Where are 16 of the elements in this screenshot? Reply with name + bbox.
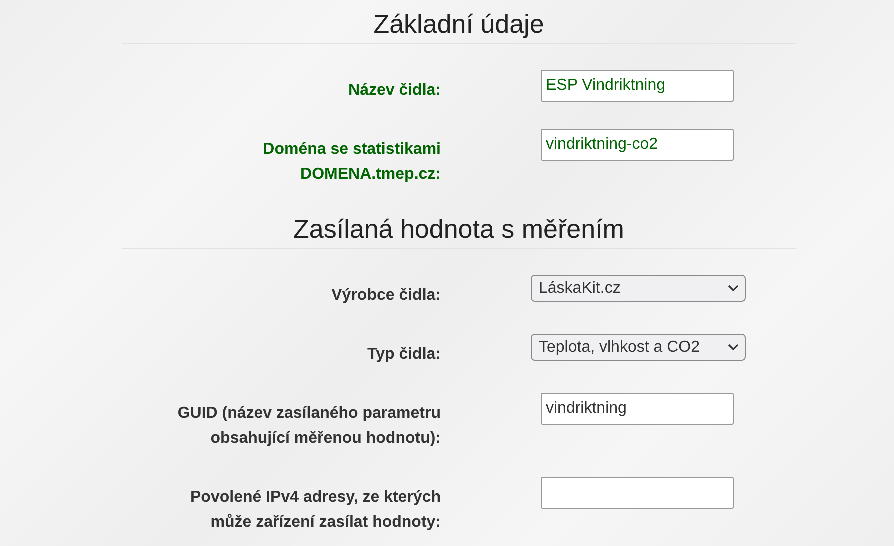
field-label: Doména se statistikami DOMENA.tmep.cz:	[262, 140, 441, 185]
text-field[interactable]: vindriktning-co2	[541, 129, 734, 161]
section-heading: Základní údaje	[122, 8, 796, 44]
section-heading: Zasílaná hodnota s měřením	[122, 213, 796, 249]
field-label: GUID (název zasílaného parametru obsahující měřenou hodnotu):	[176, 404, 441, 449]
field-label: Povolené IPv4 adresy, ze kterých může zařízení zasílat hodnoty:	[190, 488, 441, 533]
dropdown[interactable]: Teplota, vlhkost a CO2	[531, 334, 746, 361]
field-label: Název čidla:	[348, 81, 441, 101]
text-field[interactable]: vindriktning	[541, 393, 734, 425]
chevron-down-icon	[728, 344, 739, 351]
text-field[interactable]: ESP Vindriktning	[541, 70, 734, 102]
field-label: Výrobce čidla:	[330, 286, 441, 306]
dropdown[interactable]: LáskaKit.cz	[531, 275, 746, 302]
text-field[interactable]	[541, 477, 734, 509]
chevron-down-icon	[728, 285, 739, 292]
field-label: Typ čidla:	[366, 345, 441, 365]
